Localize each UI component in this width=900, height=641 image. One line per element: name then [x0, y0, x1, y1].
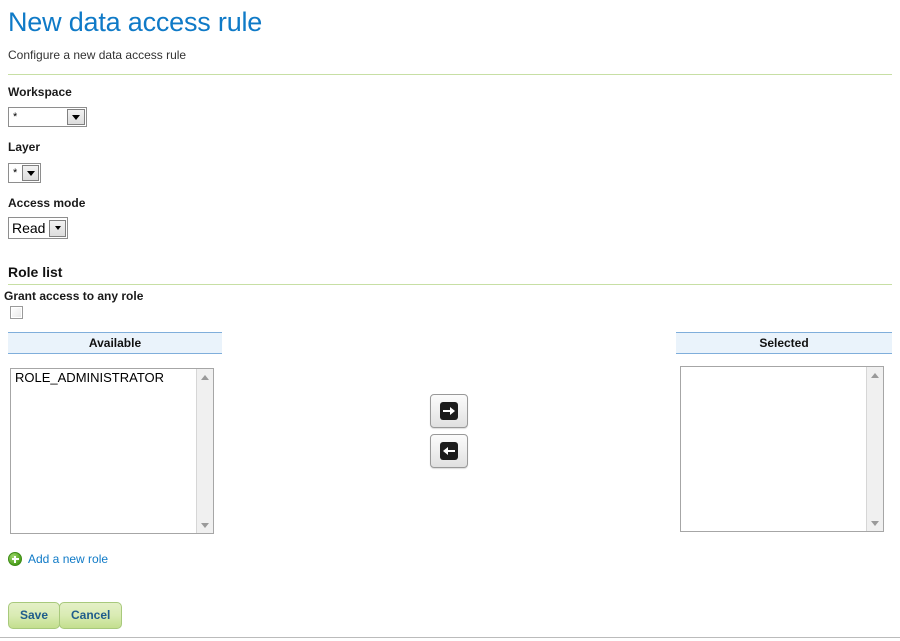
arrow-right-icon: [440, 402, 458, 420]
workspace-label: Workspace: [8, 85, 72, 99]
save-button[interactable]: Save: [8, 602, 61, 629]
available-column-header: Available: [8, 332, 222, 354]
available-roles-listbox[interactable]: ROLE_ADMINISTRATOR: [10, 368, 214, 534]
layer-select[interactable]: *: [8, 163, 41, 183]
header-divider: [8, 74, 892, 75]
page-footer-divider: [0, 637, 900, 638]
scroll-up-icon[interactable]: [867, 367, 883, 383]
chevron-down-icon[interactable]: [67, 109, 85, 125]
selected-column-header: Selected: [676, 332, 892, 354]
workspace-select[interactable]: *: [8, 107, 87, 127]
access-mode-select[interactable]: Read: [8, 217, 68, 239]
arrow-left-icon: [440, 442, 458, 460]
available-listbox-scrollbar[interactable]: [196, 369, 213, 533]
access-mode-select-value: Read: [12, 221, 46, 235]
grant-any-role-label: Grant access to any role: [4, 289, 144, 303]
access-mode-label: Access mode: [8, 196, 86, 210]
layer-select-value: *: [13, 167, 18, 179]
new-data-access-rule-page: New data access rule Configure a new dat…: [0, 0, 900, 641]
list-item[interactable]: ROLE_ADMINISTRATOR: [13, 370, 196, 386]
role-list-divider: [8, 284, 892, 285]
page-subtitle: Configure a new data access rule: [8, 48, 187, 62]
layer-label: Layer: [8, 140, 41, 154]
scroll-down-icon[interactable]: [197, 517, 213, 533]
remove-role-button[interactable]: [430, 434, 468, 468]
plus-circle-icon: [8, 552, 22, 566]
scroll-down-icon[interactable]: [867, 515, 883, 531]
workspace-select-value: *: [13, 111, 18, 123]
selected-roles-listbox[interactable]: [680, 366, 884, 532]
add-role-button[interactable]: [430, 394, 468, 428]
grant-any-role-checkbox[interactable]: [10, 306, 23, 319]
available-roles-options[interactable]: ROLE_ADMINISTRATOR: [11, 369, 196, 533]
selected-roles-options[interactable]: [681, 367, 866, 531]
chevron-down-icon[interactable]: [22, 165, 39, 181]
page-title: New data access rule: [8, 7, 263, 37]
selected-listbox-scrollbar[interactable]: [866, 367, 883, 531]
chevron-down-icon[interactable]: [49, 219, 66, 237]
add-new-role-row[interactable]: Add a new role: [8, 552, 108, 566]
scroll-up-icon[interactable]: [197, 369, 213, 385]
add-new-role-link[interactable]: Add a new role: [28, 552, 108, 566]
cancel-button[interactable]: Cancel: [59, 602, 123, 629]
role-list-heading: Role list: [8, 264, 63, 280]
